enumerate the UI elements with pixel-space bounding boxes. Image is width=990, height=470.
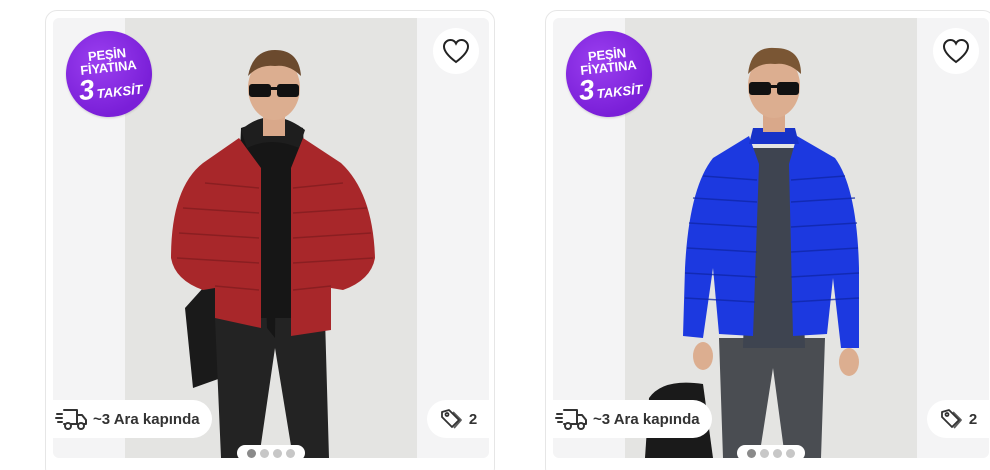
- promo-badge-installments: 3 TAKSİT: [577, 71, 644, 106]
- image-dot[interactable]: [286, 448, 295, 458]
- product-card[interactable]: PEŞİN FİYATINA 3 TAKSİT ~3 Ara kapında 2: [45, 10, 495, 470]
- promo-badge-installments: 3 TAKSİT: [77, 71, 144, 106]
- delivery-truck-icon: [555, 409, 587, 430]
- promo-badge-word: TAKSİT: [95, 81, 144, 101]
- product-grid: PEŞİN FİYATINA 3 TAKSİT ~3 Ara kapında 2…: [0, 0, 990, 470]
- image-dot[interactable]: [260, 448, 269, 458]
- color-variants-button[interactable]: 2: [927, 400, 989, 438]
- image-pagination: [737, 445, 805, 458]
- image-dot[interactable]: [273, 448, 282, 458]
- color-variant-count: 2: [468, 410, 478, 428]
- heart-icon: [942, 38, 970, 64]
- delivery-info: ~3 Ara kapında: [53, 400, 212, 438]
- image-dot[interactable]: [760, 448, 769, 458]
- favorite-button[interactable]: [433, 28, 479, 74]
- color-variants-button[interactable]: 2: [427, 400, 489, 438]
- delivery-truck-icon: [55, 409, 87, 430]
- delivery-text: ~3 Ara kapında: [93, 410, 200, 428]
- price-tag-icon: [440, 409, 462, 429]
- product-image[interactable]: PEŞİN FİYATINA 3 TAKSİT ~3 Ara kapında 2: [53, 18, 489, 458]
- product-card[interactable]: PEŞİN FİYATINA 3 TAKSİT ~3 Ara kapında 2: [545, 10, 990, 470]
- image-dot[interactable]: [773, 448, 782, 458]
- image-dot[interactable]: [247, 448, 256, 458]
- image-dot[interactable]: [786, 448, 795, 458]
- delivery-info: ~3 Ara kapında: [553, 400, 712, 438]
- promo-badge-number: 3: [77, 73, 96, 106]
- promo-badge-number: 3: [577, 73, 596, 106]
- favorite-button[interactable]: [933, 28, 979, 74]
- image-pagination: [237, 445, 305, 458]
- color-variant-count: 2: [968, 410, 978, 428]
- price-tag-icon: [940, 409, 962, 429]
- delivery-text: ~3 Ara kapında: [593, 410, 700, 428]
- heart-icon: [442, 38, 470, 64]
- product-image[interactable]: PEŞİN FİYATINA 3 TAKSİT ~3 Ara kapında 2: [553, 18, 989, 458]
- promo-badge-word: TAKSİT: [595, 81, 644, 101]
- image-dot[interactable]: [747, 448, 756, 458]
